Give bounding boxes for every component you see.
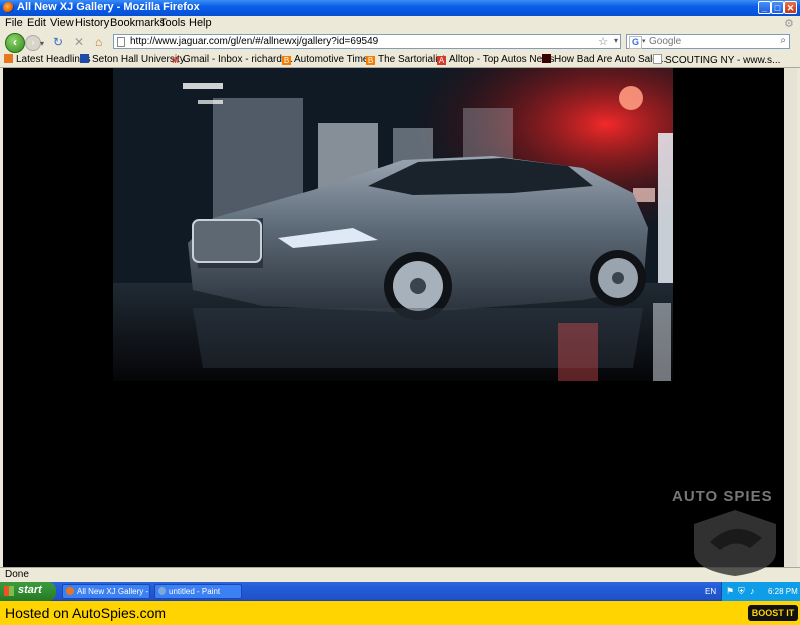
bookmarks-toolbar: Latest Headlines Seton Hall University M… xyxy=(0,53,800,68)
hosted-text: Hosted on AutoSpies.com xyxy=(5,605,167,621)
url-text[interactable]: http://www.jaguar.com/gl/en/#/allnewxj/g… xyxy=(130,36,378,47)
page-dark-icon xyxy=(542,54,551,63)
gmail-icon: M xyxy=(172,56,179,65)
search-input[interactable] xyxy=(649,35,769,48)
maximize-button[interactable]: □ xyxy=(771,1,784,14)
taskbar-item-paint[interactable]: untitled - Paint xyxy=(154,584,242,599)
taskbar: start All New XJ Gallery - M... untitled… xyxy=(0,582,800,601)
car-gallery-image[interactable] xyxy=(113,68,673,381)
paint-icon xyxy=(158,587,166,595)
bookmark-star-icon[interactable]: ☆ xyxy=(598,35,608,48)
start-button[interactable]: start xyxy=(0,582,56,601)
url-dropdown-icon[interactable]: ▾ xyxy=(614,36,618,45)
page-content xyxy=(3,68,784,567)
firefox-icon xyxy=(66,587,74,595)
address-bar[interactable]: http://www.jaguar.com/gl/en/#/allnewxj/g… xyxy=(113,34,621,49)
bookmark-item[interactable]: Seton Hall University xyxy=(80,54,185,65)
menu-history[interactable]: History xyxy=(75,17,109,29)
back-button[interactable]: ‹ xyxy=(5,33,25,53)
search-icon[interactable]: ⌕ xyxy=(780,35,786,46)
watermark-text: AUTO SPIES xyxy=(672,488,773,505)
task-label: All New XJ Gallery - M... xyxy=(77,587,149,596)
menu-bookmarks[interactable]: Bookmarks xyxy=(110,17,165,29)
navigation-toolbar: ‹ › ▾ ↻ ✕ ⌂ http://www.jaguar.com/gl/en/… xyxy=(0,31,800,53)
volume-icon[interactable]: ♪ xyxy=(750,586,755,596)
menu-edit[interactable]: Edit xyxy=(27,17,46,29)
forward-button[interactable]: › xyxy=(25,35,41,51)
blogger-icon: B xyxy=(282,56,291,65)
bookmark-label: The Sartorialist xyxy=(378,54,446,65)
search-engine-dropdown-icon[interactable]: ▾ xyxy=(642,37,646,45)
bookmark-label: How Bad Are Auto Sale... xyxy=(554,54,667,65)
stop-button[interactable]: ✕ xyxy=(74,35,84,49)
menu-tools[interactable]: Tools xyxy=(160,17,186,29)
page-icon xyxy=(653,54,662,64)
home-button[interactable]: ⌂ xyxy=(95,35,102,49)
page-icon xyxy=(117,37,125,47)
menu-bar: File Edit View History Bookmarks Tools H… xyxy=(0,16,800,31)
bookmark-label: Automotive Times xyxy=(294,54,374,65)
firefox-icon xyxy=(3,2,14,13)
security-icon[interactable]: ⛨ xyxy=(738,586,745,597)
close-button[interactable]: ✕ xyxy=(784,1,797,14)
menu-file[interactable]: File xyxy=(5,17,23,29)
title-bar: All New XJ Gallery - Mozilla Firefox _ □… xyxy=(0,0,800,16)
university-icon xyxy=(80,54,89,63)
bookmark-item[interactable]: A Alltop - Top Autos News xyxy=(437,54,554,65)
windows-logo-icon xyxy=(4,586,14,596)
alltop-icon: A xyxy=(437,56,446,65)
bookmark-item[interactable]: B Automotive Times xyxy=(282,54,373,65)
network-icon[interactable]: ⚑ xyxy=(726,586,734,597)
search-bar[interactable]: G ▾ ⌕ xyxy=(626,34,790,49)
bookmark-item[interactable]: B The Sartorialist xyxy=(366,54,445,65)
bookmark-label: Alltop - Top Autos News xyxy=(449,54,555,65)
menu-help[interactable]: Help xyxy=(189,17,212,29)
bookmark-item[interactable]: Latest Headlines xyxy=(4,54,91,65)
bookmark-item[interactable]: How Bad Are Auto Sale... xyxy=(542,54,666,65)
system-tray: ⚑ ⛨ ♪ 6:28 PM xyxy=(721,582,800,601)
window-title: All New XJ Gallery - Mozilla Firefox xyxy=(17,1,200,13)
bookmark-label: SCOUTING NY - www.s... xyxy=(665,55,781,66)
bookmark-item[interactable]: M Gmail - Inbox - richard.... xyxy=(171,54,293,65)
boost-it-button[interactable]: BOOST IT xyxy=(748,605,798,621)
minimize-button[interactable]: _ xyxy=(758,1,771,14)
google-icon[interactable]: G xyxy=(629,36,642,49)
bookmark-label: Gmail - Inbox - richard.... xyxy=(183,54,294,65)
hosted-footer: Hosted on AutoSpies.com BOOST IT xyxy=(0,601,800,625)
menu-view[interactable]: View xyxy=(50,17,74,29)
reload-button[interactable]: ↻ xyxy=(53,35,63,49)
spy-logo-icon xyxy=(694,510,776,576)
autospies-watermark: AUTO SPIES xyxy=(668,488,798,583)
bookmark-item[interactable]: SCOUTING NY - www.s... xyxy=(653,54,780,66)
rss-icon xyxy=(4,54,13,63)
task-label: untitled - Paint xyxy=(169,587,221,596)
status-text: Done xyxy=(5,569,29,580)
history-dropdown-icon[interactable]: ▾ xyxy=(40,37,44,51)
start-label: start xyxy=(18,584,42,596)
throbber-icon: ⚙ xyxy=(784,18,794,30)
jaguar-xj-photo xyxy=(113,68,673,381)
language-indicator[interactable]: EN xyxy=(705,587,716,596)
blogger-icon: B xyxy=(366,56,375,65)
clock[interactable]: 6:28 PM xyxy=(768,587,798,596)
taskbar-item-firefox[interactable]: All New XJ Gallery - M... xyxy=(62,584,150,599)
